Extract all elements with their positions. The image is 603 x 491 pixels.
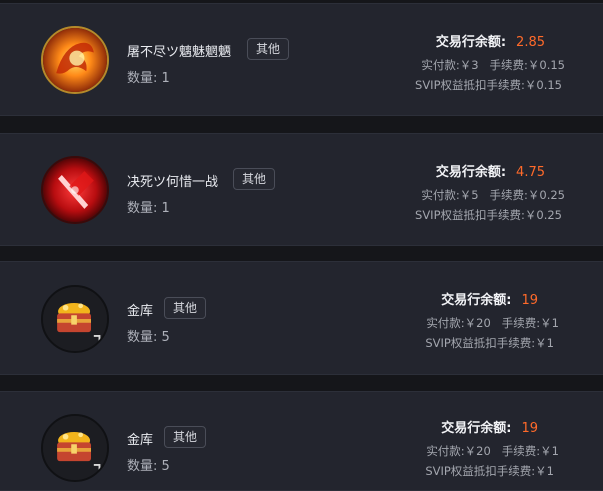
item-name: 屠不尽ツ魑魅魍魉 <box>127 45 232 60</box>
svip-row: SVIP权益抵扣手续费:￥1 <box>425 335 554 351</box>
paid-amount: 实付款:￥20 <box>426 444 491 458</box>
balance-value: 2.85 <box>516 35 545 50</box>
payment-row: 实付款:￥5 手续费:￥0.25 <box>421 187 565 203</box>
quantity-value: 1 <box>161 201 170 216</box>
order-card[interactable]: 屠不尽ツ魑魅魍魉 其他 数量: 1 交易行余额: 2.85 实付款:￥3 手续费:… <box>0 3 603 116</box>
fee-amount: 手续费:￥1 <box>501 316 559 330</box>
quantity-value: 5 <box>161 459 170 474</box>
svip-deduction: SVIP权益抵扣手续费:￥0.15 <box>415 78 562 92</box>
balance-row: 交易行余额: 4.75 <box>436 161 545 180</box>
category-tag[interactable]: 其他 <box>233 168 276 190</box>
svip-row: SVIP权益抵扣手续费:￥0.15 <box>415 77 562 93</box>
payment-row: 实付款:￥20 手续费:￥1 <box>426 443 559 459</box>
treasure-chest-icon <box>41 285 109 353</box>
category-tag[interactable]: 其他 <box>164 426 207 448</box>
balance-label: 交易行余额: <box>435 35 507 50</box>
quantity: 数量: 1 <box>127 197 170 216</box>
order-card[interactable]: 决死ツ何惜一战 其他 数量: 1 交易行余额: 4.75 实付款:￥5 手续费:￥… <box>0 133 603 246</box>
paid-amount: 实付款:￥3 <box>421 58 479 72</box>
category-tag[interactable]: 其他 <box>164 297 207 319</box>
quantity-label: 数量: <box>127 201 158 216</box>
order-card[interactable]: 金库 其他 数量: 5 交易行余额: 19 实付款:￥20 手续费:￥1 SVIP… <box>0 261 603 375</box>
svip-row: SVIP权益抵扣手续费:￥0.25 <box>415 207 562 223</box>
payment-row: 实付款:￥3 手续费:￥0.15 <box>421 57 565 73</box>
balance-label: 交易行余额: <box>441 421 512 436</box>
balance-row: 交易行余额: 19 <box>441 289 538 308</box>
balance-value: 19 <box>521 293 538 308</box>
category-tag[interactable]: 其他 <box>247 38 290 60</box>
payment-row: 实付款:￥20 手续费:￥1 <box>426 315 559 331</box>
balance-row: 交易行余额: 2.85 <box>436 31 545 50</box>
balance-value: 4.75 <box>516 165 545 180</box>
fee-amount: 手续费:￥0.25 <box>489 188 565 202</box>
treasure-chest-icon <box>41 414 109 482</box>
quantity: 数量: 5 <box>127 455 170 474</box>
svip-deduction: SVIP权益抵扣手续费:￥1 <box>425 336 554 350</box>
fire-dragon-icon <box>41 26 109 94</box>
order-card[interactable]: 金库 其他 数量: 5 交易行余额: 19 实付款:￥20 手续费:￥1 SVIP… <box>0 391 603 491</box>
fee-amount: 手续费:￥0.15 <box>489 58 565 72</box>
quantity-label: 数量: <box>127 459 158 474</box>
paid-amount: 实付款:￥20 <box>426 316 491 330</box>
quantity: 数量: 5 <box>127 326 170 345</box>
quantity-value: 1 <box>161 71 170 86</box>
svip-deduction: SVIP权益抵扣手续费:￥0.25 <box>415 208 562 222</box>
quantity-label: 数量: <box>127 330 158 345</box>
paid-amount: 实付款:￥5 <box>421 188 479 202</box>
item-name: 金库 <box>127 433 154 448</box>
quantity-label: 数量: <box>127 71 158 86</box>
svip-deduction: SVIP权益抵扣手续费:￥1 <box>425 464 554 478</box>
balance-label: 交易行余额: <box>441 293 512 308</box>
quantity: 数量: 1 <box>127 67 170 86</box>
balance-label: 交易行余额: <box>435 165 507 180</box>
balance-row: 交易行余额: 19 <box>441 417 538 436</box>
svip-row: SVIP权益抵扣手续费:￥1 <box>425 463 554 479</box>
quantity-value: 5 <box>161 330 170 345</box>
fee-amount: 手续费:￥1 <box>501 444 559 458</box>
balance-value: 19 <box>521 421 538 436</box>
item-name: 金库 <box>127 304 154 319</box>
item-name: 决死ツ何惜一战 <box>127 175 219 190</box>
red-sword-icon <box>41 156 109 224</box>
